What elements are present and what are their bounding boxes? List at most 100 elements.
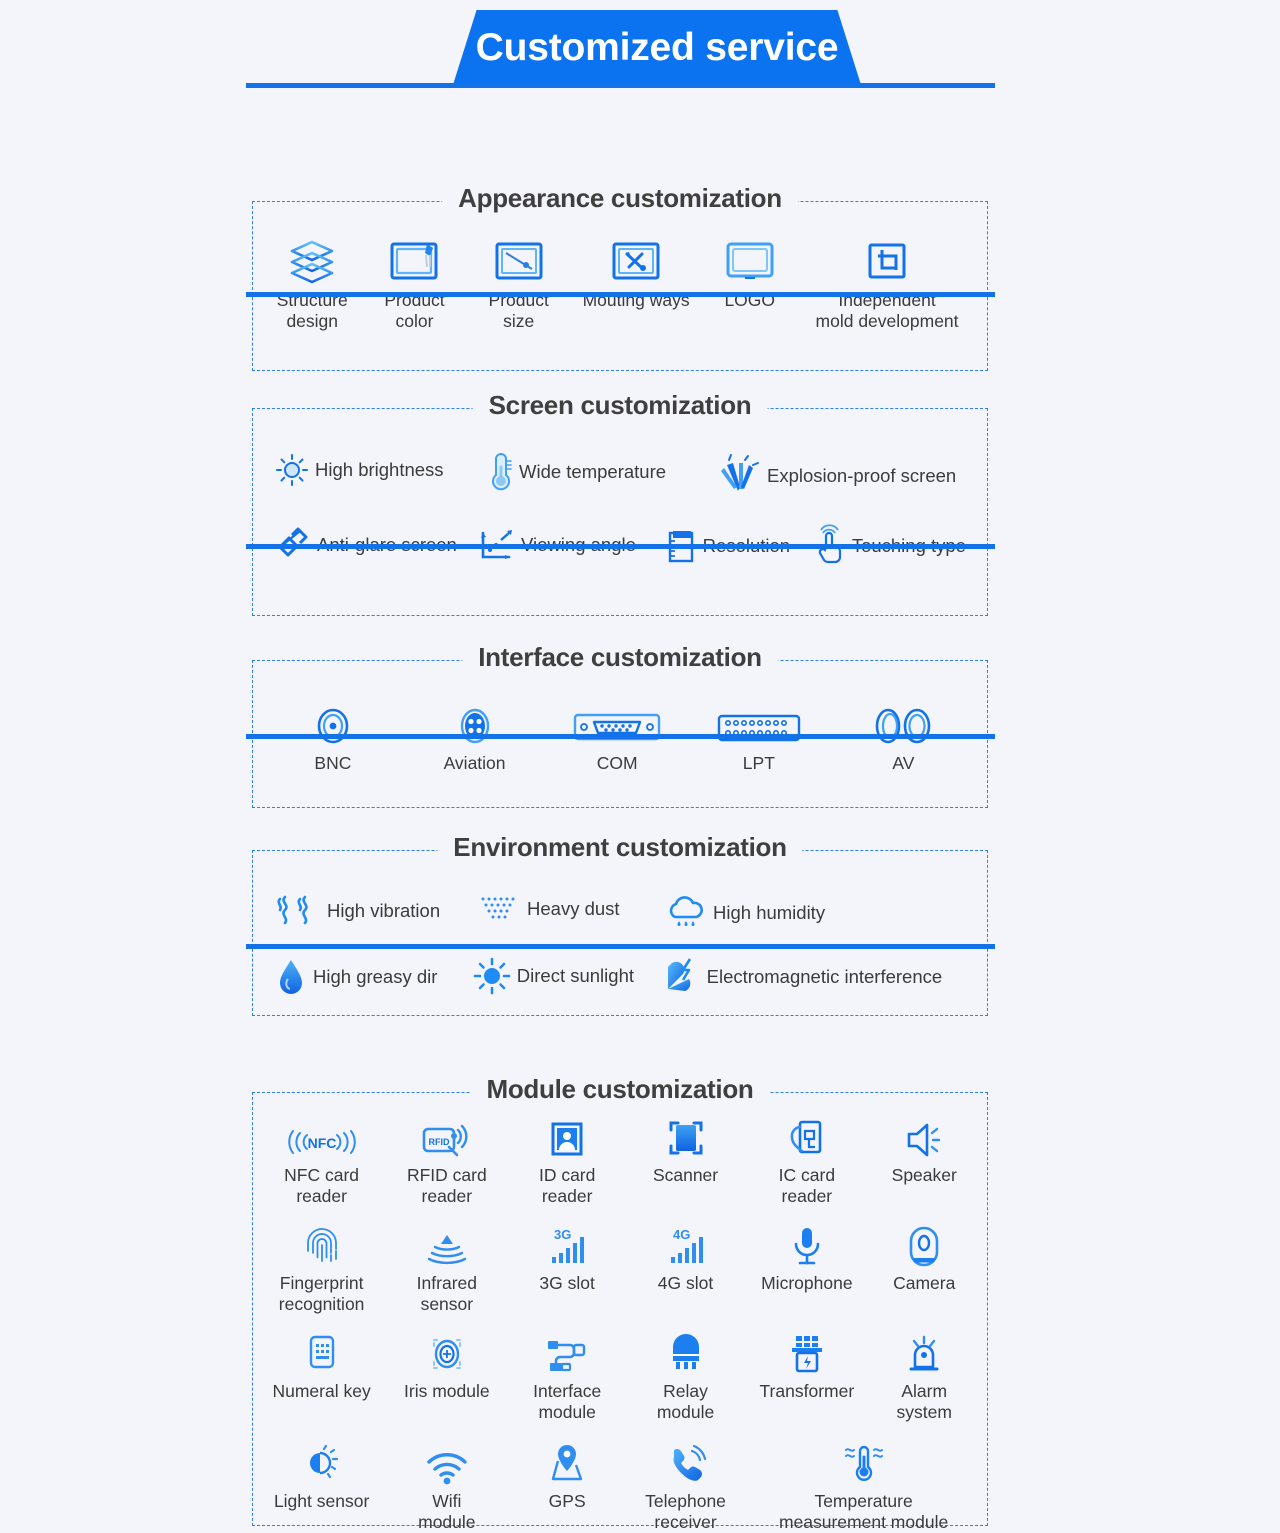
divider-rule-5 — [246, 944, 995, 949]
item-label: Scanner — [652, 1165, 719, 1185]
item-electromagnetic-interference[interactable]: Electromagnetic interference — [661, 957, 987, 997]
item-label: Speaker — [891, 1165, 957, 1185]
item-transformer[interactable]: Transformer — [746, 1331, 867, 1402]
item-product-size[interactable]: Product size — [468, 240, 570, 332]
relay-icon — [665, 1331, 707, 1375]
item-numeral-key[interactable]: Numeral key — [259, 1331, 384, 1402]
page-title: Customized service — [475, 26, 839, 69]
sun-icon — [473, 957, 511, 995]
signal-4g-icon: 4G — [663, 1223, 709, 1267]
item-label: Camera — [893, 1273, 956, 1293]
oil-drop-icon — [275, 957, 307, 997]
environment-box: Environment customization High vibration… — [252, 832, 988, 1016]
item-infrared-sensor[interactable]: Infrared sensor — [384, 1223, 509, 1315]
item-label: Wide temperature — [519, 461, 667, 482]
svg-text:3G: 3G — [554, 1227, 571, 1242]
item-label: RFID card reader — [406, 1165, 487, 1206]
lpt-port-icon — [715, 703, 803, 747]
item-microphone[interactable]: Microphone — [746, 1223, 867, 1294]
svg-text:RFID: RFID — [428, 1137, 449, 1147]
item-gps[interactable]: GPS — [509, 1441, 624, 1512]
banner: Customized service — [452, 10, 862, 88]
item-light-sensor[interactable]: Light sensor — [259, 1441, 384, 1512]
camera-icon — [905, 1223, 943, 1267]
divider-rule-4 — [246, 734, 995, 739]
item-high-humidity[interactable]: High humidity — [665, 893, 895, 933]
item-alarm-system[interactable]: Alarm system — [868, 1331, 981, 1423]
divider-rule-2 — [246, 292, 995, 297]
keypad-icon — [305, 1331, 339, 1375]
fingerprint-icon — [304, 1223, 340, 1267]
item-high-greasy-dir[interactable]: High greasy dir — [275, 957, 473, 997]
item-product-color[interactable]: Product color — [361, 240, 467, 332]
item-logo[interactable]: LOGO — [702, 240, 797, 311]
item-label: Aviation — [443, 753, 506, 773]
item-relay-module[interactable]: Relay module — [625, 1331, 746, 1423]
item-label: Iris module — [404, 1381, 490, 1401]
item-camera[interactable]: Camera — [868, 1223, 981, 1294]
item-label: Telephone receiver — [645, 1491, 726, 1532]
nfc-icon: NFC — [283, 1115, 361, 1159]
transformer-icon — [787, 1331, 827, 1375]
temp-measure-icon — [836, 1441, 892, 1485]
item-ic-card-reader[interactable]: IC card reader — [746, 1115, 867, 1207]
item-wifi-module[interactable]: Wifi module — [384, 1441, 509, 1533]
item-label: Temperature measurement module — [778, 1491, 949, 1532]
item-explosion-proof[interactable]: Explosion-proof screen — [715, 453, 975, 499]
dust-icon — [475, 893, 521, 925]
item-nfc-card-reader[interactable]: NFC NFC card reader — [259, 1115, 384, 1207]
item-mold-development[interactable]: Independent mold development — [797, 240, 977, 332]
item-rfid-card-reader[interactable]: RFID RFID card reader — [384, 1115, 509, 1207]
item-label: AV — [892, 753, 915, 773]
item-scanner[interactable]: Scanner — [625, 1115, 746, 1186]
infrared-icon — [423, 1223, 471, 1267]
item-label: Infrared sensor — [416, 1273, 477, 1314]
item-label: Relay module — [656, 1381, 715, 1422]
item-iris-module[interactable]: Iris module — [384, 1331, 509, 1402]
svg-text:NFC: NFC — [307, 1135, 336, 1151]
speaker-icon — [903, 1115, 945, 1159]
item-label: Numeral key — [272, 1381, 371, 1401]
item-temperature-measurement[interactable]: Temperature measurement module — [746, 1441, 981, 1533]
wifi-icon — [424, 1441, 470, 1485]
item-label: GPS — [548, 1491, 586, 1511]
item-4g-slot[interactable]: 4G 4G slot — [625, 1223, 746, 1294]
item-label: High greasy dir — [313, 966, 438, 987]
gps-pin-icon — [547, 1441, 587, 1485]
item-fingerprint-recognition[interactable]: Fingerprint recognition — [259, 1223, 384, 1315]
thermometer-icon — [485, 453, 513, 491]
layers-icon — [288, 240, 336, 284]
item-heavy-dust[interactable]: Heavy dust — [475, 893, 665, 925]
item-label: 3G slot — [539, 1273, 595, 1293]
item-wide-temperature[interactable]: Wide temperature — [485, 453, 715, 491]
item-label: LPT — [742, 753, 775, 773]
tools-screen-icon — [609, 240, 663, 284]
vibration-icon — [275, 893, 321, 929]
item-label: NFC card reader — [284, 1165, 360, 1206]
item-interface-module[interactable]: Interface module — [509, 1331, 624, 1423]
paint-screen-icon — [388, 240, 442, 284]
item-speaker[interactable]: Speaker — [868, 1115, 981, 1186]
crop-icon — [863, 240, 911, 284]
item-mouting-ways[interactable]: Mouting ways — [570, 240, 703, 311]
item-label: Wifi module — [418, 1491, 476, 1532]
item-high-brightness[interactable]: High brightness — [275, 453, 485, 487]
item-label: Fingerprint recognition — [278, 1273, 365, 1314]
item-label: Alarm system — [896, 1381, 952, 1422]
item-id-card-reader[interactable]: ID card reader — [509, 1115, 624, 1207]
item-direct-sunlight[interactable]: Direct sunlight — [473, 957, 661, 995]
item-telephone-receiver[interactable]: Telephone receiver — [625, 1441, 746, 1533]
interface-title: Interface customization — [462, 642, 778, 673]
environment-title: Environment customization — [437, 832, 803, 863]
appearance-title: Appearance customization — [442, 183, 798, 214]
item-label: Heavy dust — [527, 898, 620, 919]
magnet-icon — [661, 957, 701, 997]
bnc-connector-icon — [312, 703, 354, 747]
id-card-icon — [548, 1115, 586, 1159]
item-structure-design[interactable]: Structure design — [263, 240, 361, 332]
item-3g-slot[interactable]: 3G 3G slot — [509, 1223, 624, 1294]
alarm-icon — [905, 1331, 943, 1375]
item-label: BNC — [314, 753, 352, 773]
item-high-vibration[interactable]: High vibration — [275, 893, 475, 929]
svg-text:4G: 4G — [673, 1227, 690, 1242]
